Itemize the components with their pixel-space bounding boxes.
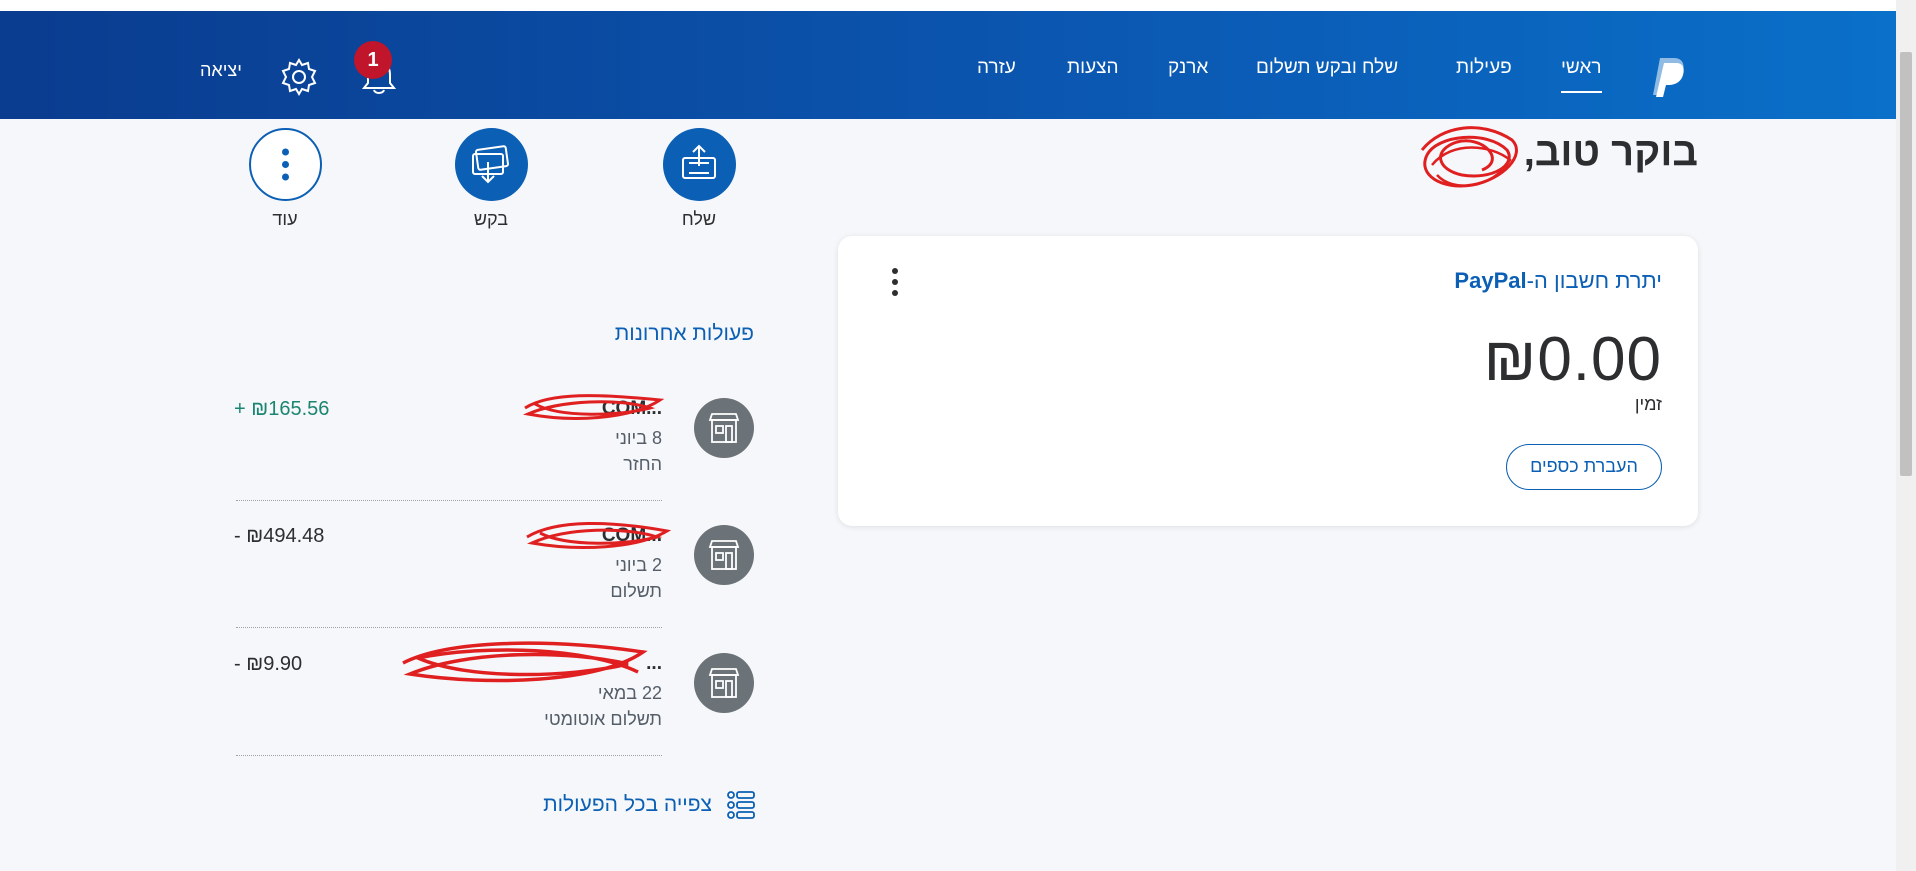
redacted-merchant-scribble bbox=[402, 641, 648, 683]
row-divider bbox=[236, 627, 662, 628]
transaction-date: 2 ביוני bbox=[615, 555, 662, 575]
transaction-row[interactable]: ...COM 2 ביוני תשלום - ₪494.48 bbox=[230, 525, 754, 651]
view-all-activity-label: צפייה בכל הפעולות bbox=[543, 793, 712, 816]
redacted-name-scribble bbox=[1420, 126, 1518, 188]
balance-title-brand: PayPal bbox=[1454, 268, 1527, 293]
request-action-label: בקש bbox=[473, 209, 509, 229]
redacted-merchant-scribble bbox=[526, 521, 672, 549]
recent-activity-title: פעולות אחרונות bbox=[614, 322, 754, 345]
balance-title-prefix: יתרת חשבון ה- bbox=[1526, 268, 1662, 293]
balance-card: יתרת חשבון ה-PayPal ₪0.00 זמין העברת כספ… bbox=[838, 236, 1698, 526]
request-money-icon bbox=[471, 145, 509, 184]
transaction-amount: - ₪9.90 bbox=[234, 653, 303, 675]
send-action-circle[interactable] bbox=[662, 128, 736, 201]
notification-badge[interactable]: 1 bbox=[354, 41, 392, 79]
send-action-label: שלח bbox=[681, 209, 717, 229]
nav-activity[interactable]: פעילות bbox=[1456, 57, 1512, 85]
more-vertical-icon bbox=[281, 148, 289, 181]
top-navigation-bar: ראשי פעילות שלח ובקש תשלום ארנק הצעות עז… bbox=[0, 11, 1896, 119]
nav-help[interactable]: עזרה bbox=[977, 57, 1016, 85]
merchant-icon bbox=[694, 398, 754, 458]
nav-offers[interactable]: הצעות bbox=[1067, 57, 1119, 85]
transaction-amount: - ₪494.48 bbox=[234, 525, 325, 547]
scrollbar-thumb[interactable] bbox=[1900, 52, 1912, 476]
view-all-activity-link[interactable]: צפייה בכל הפעולות bbox=[520, 790, 756, 822]
card-more-options-icon[interactable] bbox=[890, 268, 900, 300]
row-divider bbox=[236, 500, 662, 501]
redacted-merchant-scribble bbox=[522, 394, 665, 420]
row-divider bbox=[236, 755, 662, 756]
paypal-logo-icon[interactable] bbox=[1648, 54, 1688, 98]
page-scrollbar[interactable] bbox=[1896, 0, 1916, 871]
transaction-type: תשלום אוטומטי bbox=[544, 709, 662, 729]
nav-send-request[interactable]: שלח ובקש תשלום bbox=[1256, 57, 1398, 85]
more-action[interactable]: עוד bbox=[215, 128, 355, 230]
nav-wallet[interactable]: ארנק bbox=[1168, 57, 1208, 85]
list-icon bbox=[727, 791, 755, 819]
transaction-row[interactable]: ...COM 8 ביוני החזר + ₪165.56 bbox=[230, 398, 754, 524]
send-action[interactable]: שלח bbox=[629, 128, 769, 230]
transaction-amount: + ₪165.56 bbox=[234, 398, 330, 420]
transaction-type: החזר bbox=[623, 454, 662, 474]
nav-home[interactable]: ראשי bbox=[1561, 57, 1602, 93]
more-action-circle[interactable] bbox=[248, 128, 322, 201]
request-action[interactable]: בקש bbox=[421, 128, 561, 230]
gear-icon[interactable] bbox=[278, 56, 320, 98]
send-money-icon bbox=[681, 144, 716, 179]
balance-available-label: זמין bbox=[1634, 394, 1662, 414]
merchant-icon bbox=[694, 525, 754, 585]
browser-top-strip bbox=[0, 0, 1916, 11]
balance-amount: ₪0.00 bbox=[1483, 325, 1662, 394]
merchant-icon bbox=[694, 653, 754, 713]
transfer-money-button[interactable]: העברת כספים bbox=[1506, 444, 1662, 490]
logout-link[interactable]: יציאה bbox=[200, 60, 242, 81]
balance-card-title: יתרת חשבון ה-PayPal bbox=[1454, 268, 1662, 294]
transaction-date: 8 ביוני bbox=[615, 428, 662, 448]
more-action-label: עוד bbox=[272, 209, 298, 229]
request-action-circle[interactable] bbox=[454, 128, 528, 201]
transaction-type: תשלום bbox=[610, 581, 662, 601]
